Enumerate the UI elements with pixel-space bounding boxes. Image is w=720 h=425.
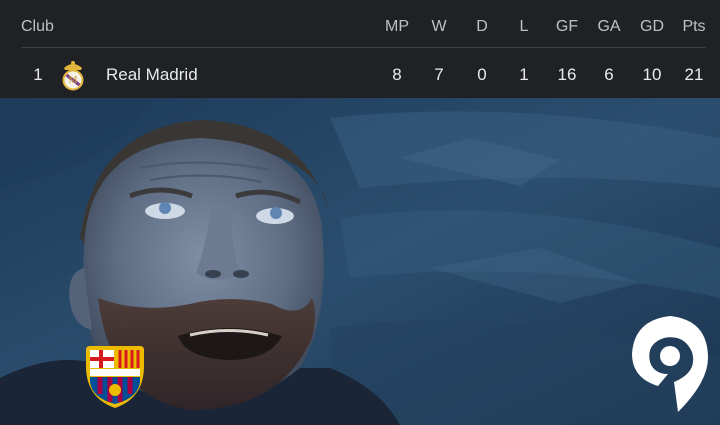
header-d: D (476, 18, 488, 35)
row-position: 1 (33, 65, 43, 84)
row-l: 1 (519, 65, 529, 84)
header-ga: GA (597, 18, 621, 35)
header-w: W (431, 18, 447, 35)
row-pts: 21 (684, 65, 704, 84)
row-d: 0 (477, 65, 487, 84)
header-pts: Pts (682, 18, 706, 35)
row-w: 7 (434, 65, 444, 84)
header-club: Club (21, 18, 54, 35)
standings-table: Club MP W D L GF GA GD Pts 1 M Real Madr… (0, 0, 720, 98)
meme-image: Club MP W D L GF GA GD Pts 1 M Real Madr… (0, 0, 720, 425)
row-gf: 16 (557, 65, 577, 84)
location-pin-watermark-icon (632, 316, 708, 412)
table-row[interactable]: 1 M Real Madrid 8 7 0 1 16 6 10 21 (0, 50, 720, 98)
real-madrid-crest-icon: M (62, 61, 84, 91)
row-mp: 8 (392, 65, 402, 84)
header-gd: GD (640, 18, 664, 35)
row-gd: 10 (642, 65, 662, 84)
fc-barcelona-crest-icon (86, 346, 144, 408)
header-l: L (519, 18, 529, 35)
row-ga: 6 (604, 65, 614, 84)
svg-text:M: M (69, 75, 78, 86)
table-header-row: Club MP W D L GF GA GD Pts (0, 0, 720, 46)
header-gf: GF (555, 18, 579, 35)
row-club-name: Real Madrid (106, 65, 198, 84)
table-divider (21, 47, 706, 48)
header-mp: MP (385, 18, 409, 35)
